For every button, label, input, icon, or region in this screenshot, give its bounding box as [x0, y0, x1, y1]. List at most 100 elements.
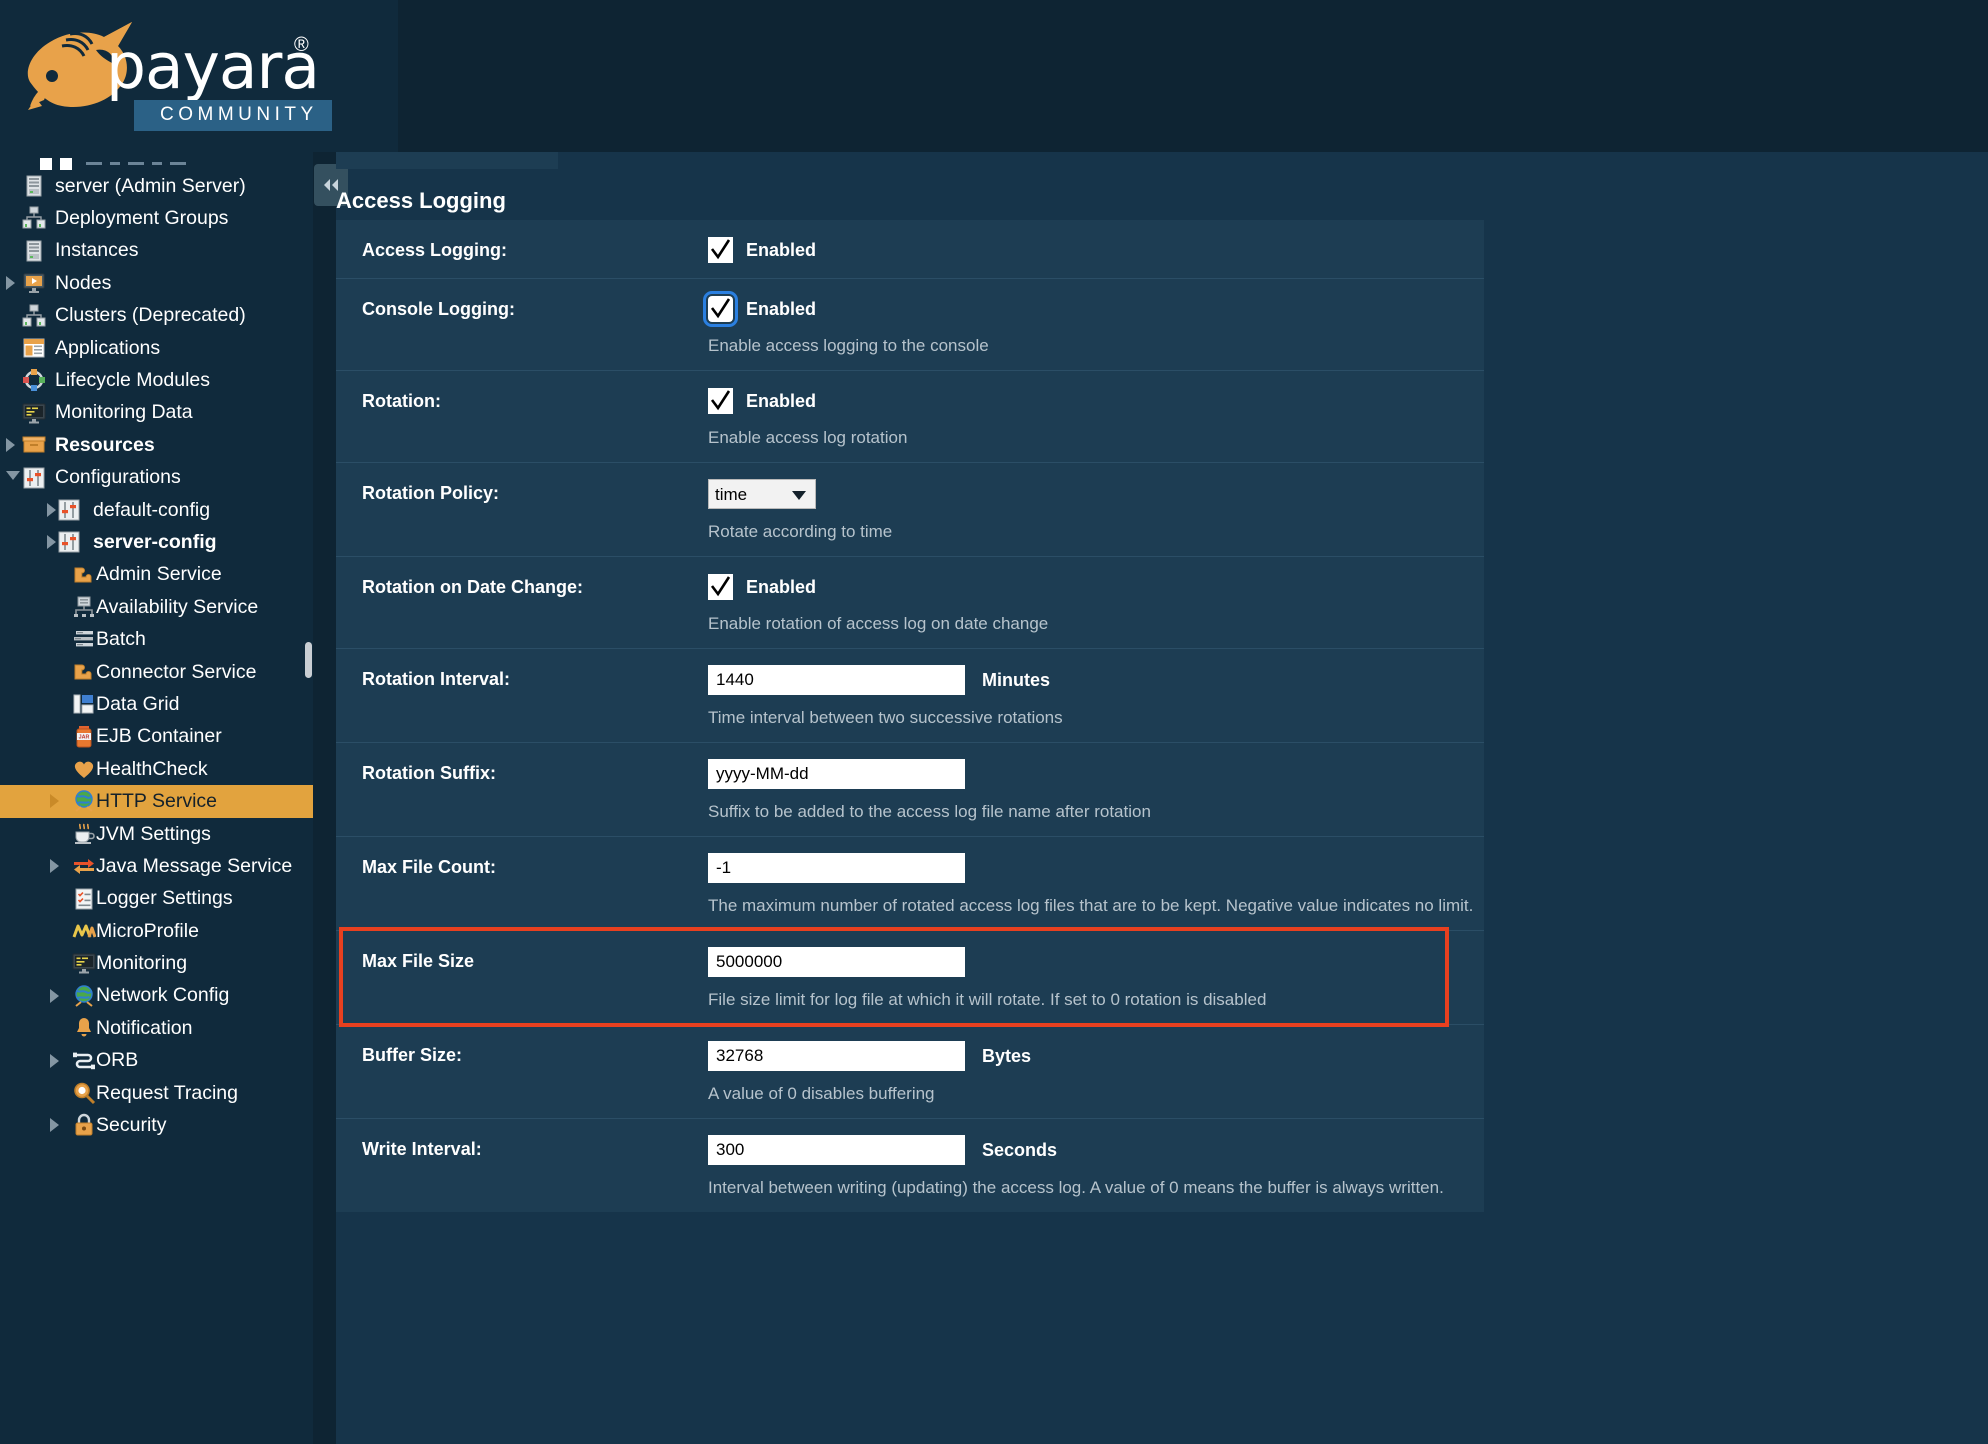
- data-grid-icon: [72, 692, 96, 716]
- sidebar-item-orb[interactable]: ORB: [0, 1045, 313, 1077]
- sidebar-item-request-tracing[interactable]: Request Tracing: [0, 1077, 313, 1109]
- sidebar-item-availability-service[interactable]: Availability Service: [0, 591, 313, 623]
- registered-mark: ®: [294, 34, 309, 57]
- deployment-groups-icon: [22, 206, 46, 230]
- payara-logo[interactable]: payara ® COMMUNITY: [22, 12, 302, 134]
- globe-icon: [72, 984, 96, 1008]
- chevron-right-icon[interactable]: [50, 1118, 59, 1132]
- sidebar-item-instances[interactable]: Instances: [0, 235, 313, 267]
- chevron-right-icon[interactable]: [50, 859, 59, 873]
- field-label: Rotation on Date Change:: [362, 577, 583, 598]
- sidebar-item-configurations[interactable]: Configurations: [0, 462, 313, 494]
- sidebar-item-label: Data Grid: [96, 693, 179, 716]
- heart-icon: [72, 757, 96, 781]
- sidebar-item-label: Nodes: [55, 272, 111, 295]
- sidebar-item-network-config[interactable]: Network Config: [0, 980, 313, 1012]
- sidebar-item-resources[interactable]: Resources: [0, 429, 313, 461]
- orb-icon: [72, 1049, 96, 1073]
- field-cell: EnabledEnable access logging to the cons…: [708, 279, 1484, 370]
- form-row-inner: Max File Count:The maximum number of rot…: [336, 837, 1484, 930]
- sidebar-item-microprofile[interactable]: MicroProfile: [0, 915, 313, 947]
- form-row: Rotation Suffix: Suffix to be added to th…: [336, 742, 1484, 836]
- sidebar-tree-list: server (Admin Server)Deployment GroupsIn…: [0, 152, 313, 1142]
- chevron-right-icon[interactable]: [50, 1054, 59, 1068]
- sidebar-item-ejb-container[interactable]: JAREJB Container: [0, 721, 313, 753]
- sidebar-item-server-admin-server[interactable]: server (Admin Server): [0, 170, 313, 202]
- chevron-right-icon[interactable]: [50, 794, 59, 808]
- max-file-size-input[interactable]: [708, 947, 965, 977]
- sidebar-item-admin-service[interactable]: Admin Service: [0, 559, 313, 591]
- monitoring-icon: [72, 951, 96, 975]
- batch-icon: [72, 627, 96, 651]
- field-help-text: Enable access log rotation: [708, 428, 1484, 448]
- sidebar-item-connector-service[interactable]: Connector Service: [0, 656, 313, 688]
- max-file-count-input[interactable]: [708, 853, 965, 883]
- field-help-text: Time interval between two successive rot…: [708, 708, 1484, 728]
- rotation-suffix-input[interactable]: [708, 759, 965, 789]
- chevron-right-icon[interactable]: [50, 989, 59, 1003]
- chevron-right-icon[interactable]: [47, 535, 56, 549]
- sidebar-item-security[interactable]: Security: [0, 1109, 313, 1141]
- checkbox-label: Enabled: [746, 391, 816, 412]
- sidebar-item-notification[interactable]: Notification: [0, 1012, 313, 1044]
- chevron-down-icon[interactable]: [6, 471, 20, 480]
- sidebar-scrollbar-track[interactable]: [306, 152, 313, 1444]
- sidebar-item-applications[interactable]: Applications: [0, 332, 313, 364]
- sidebar-item-java-message-service[interactable]: Java Message Service: [0, 850, 313, 882]
- logger-icon: [72, 887, 96, 911]
- input-line: [708, 947, 1484, 977]
- sidebar-item-monitoring-data[interactable]: Monitoring Data: [0, 397, 313, 429]
- sidebar-item-logger-settings[interactable]: Logger Settings: [0, 883, 313, 915]
- svg-text:JAR: JAR: [79, 734, 90, 740]
- sidebar-item-lifecycle-modules[interactable]: Lifecycle Modules: [0, 364, 313, 396]
- deployment-groups-icon: [22, 206, 46, 230]
- sidebar-item-batch[interactable]: Batch: [0, 623, 313, 655]
- sidebar-item-nodes[interactable]: Nodes: [0, 267, 313, 299]
- sidebar-item-monitoring[interactable]: Monitoring: [0, 947, 313, 979]
- check-icon: [710, 576, 731, 598]
- breadcrumb-placeholder: [336, 152, 558, 169]
- enabled-checkbox[interactable]: [708, 388, 733, 414]
- form-row: Rotation Policy:timefile-sizeRotate acco…: [336, 462, 1484, 556]
- sidebar-item-data-grid[interactable]: Data Grid: [0, 688, 313, 720]
- chevron-right-icon[interactable]: [6, 276, 15, 290]
- field-help-text: Enable access logging to the console: [708, 336, 1484, 356]
- sidebar-item-healthcheck[interactable]: HealthCheck: [0, 753, 313, 785]
- monitoring-data-icon: [22, 401, 46, 425]
- sidebar-scrollbar-thumb[interactable]: [305, 642, 312, 678]
- globe-icon: [72, 789, 96, 813]
- sidebar-item-server-config[interactable]: server-config: [0, 526, 313, 558]
- form-row-inner: Buffer Size:BytesA value of 0 disables b…: [336, 1025, 1484, 1118]
- sidebar-item-http-service[interactable]: HTTP Service: [0, 785, 313, 817]
- message-arrows-icon: [72, 854, 96, 878]
- sidebar-item-label: Monitoring Data: [55, 401, 193, 424]
- checkbox-line: Enabled: [708, 387, 1484, 415]
- microprofile-icon: [72, 919, 96, 943]
- rotation-interval-input[interactable]: [708, 665, 965, 695]
- sidebar-item-label: Admin Service: [96, 563, 222, 586]
- sidebar-tree[interactable]: server (Admin Server)Deployment GroupsIn…: [0, 152, 313, 1444]
- chevron-right-icon[interactable]: [6, 438, 15, 452]
- config-icon: [57, 530, 81, 554]
- check-icon: [710, 298, 731, 320]
- field-label: Console Logging:: [362, 299, 515, 320]
- buffer-size-input[interactable]: [708, 1041, 965, 1071]
- field-label: Max File Size: [362, 951, 474, 972]
- sidebar-item-default-config[interactable]: default-config: [0, 494, 313, 526]
- enabled-checkbox[interactable]: [708, 296, 733, 322]
- input-line: Bytes: [708, 1041, 1484, 1071]
- sidebar-item-jvm-settings[interactable]: JVM Settings: [0, 818, 313, 850]
- sidebar-item-label: Request Tracing: [96, 1082, 238, 1105]
- field-label: Rotation Suffix:: [362, 763, 496, 784]
- chevron-right-icon[interactable]: [47, 503, 56, 517]
- sidebar-item-deployment-groups[interactable]: Deployment Groups: [0, 202, 313, 234]
- rotation-policy-select[interactable]: timefile-size: [708, 479, 816, 509]
- puzzle-icon: [72, 563, 96, 587]
- field-help-text: The maximum number of rotated access log…: [708, 896, 1484, 916]
- enabled-checkbox[interactable]: [708, 574, 733, 600]
- field-cell: Suffix to be added to the access log fil…: [708, 743, 1484, 836]
- enabled-checkbox[interactable]: [708, 237, 733, 263]
- sidebar-item-clusters-deprecated[interactable]: Clusters (Deprecated): [0, 300, 313, 332]
- nodes-icon: [22, 271, 46, 295]
- write-interval-input[interactable]: [708, 1135, 965, 1165]
